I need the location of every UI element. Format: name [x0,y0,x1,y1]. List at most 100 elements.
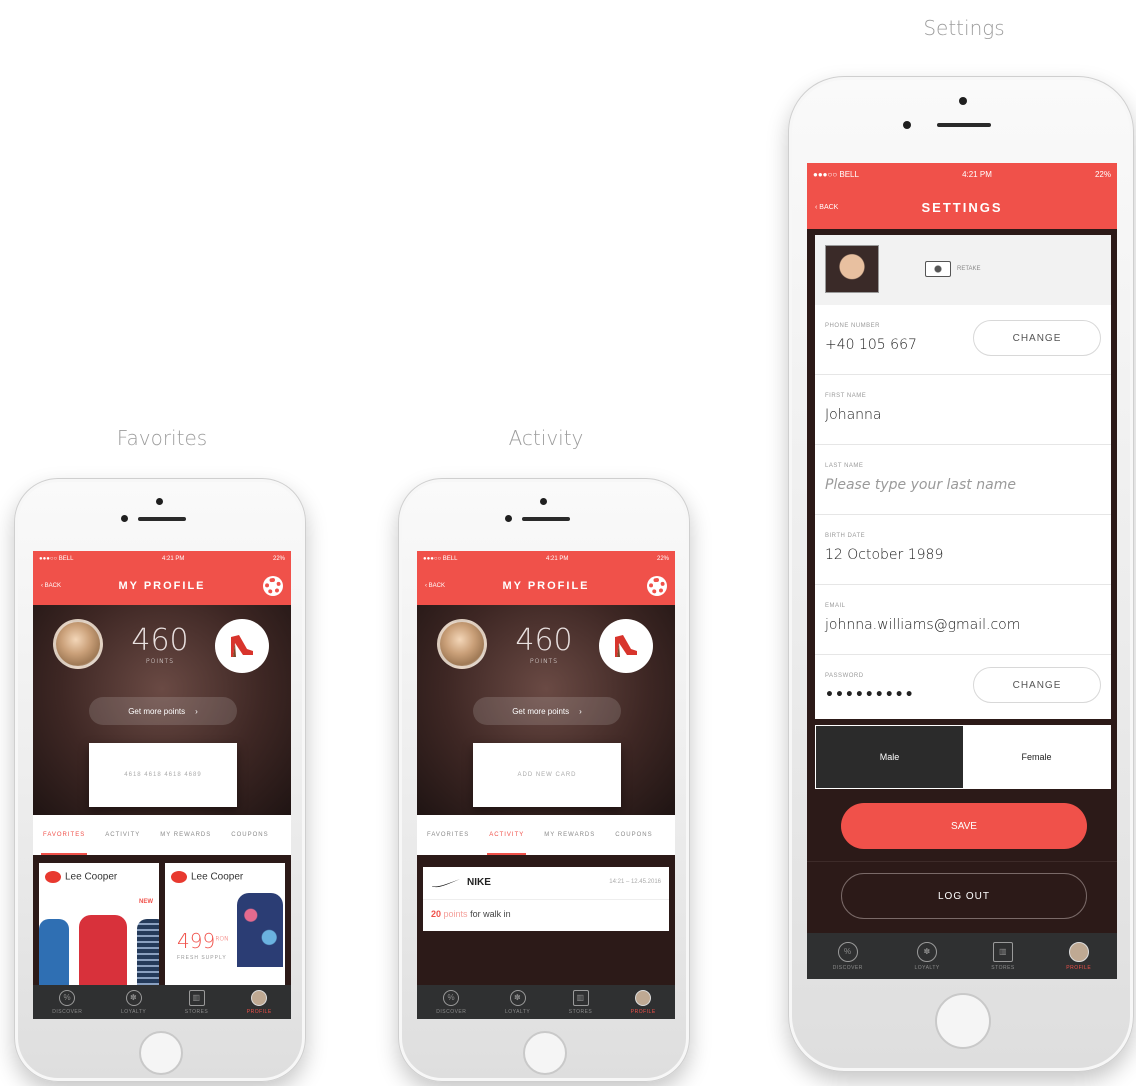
tab-discover[interactable]: % DISCOVER [436,989,466,1015]
tab-coupons[interactable]: COUPONS [605,828,662,842]
tab-label: LOYALTY [504,1008,531,1015]
status-time: 4:21 PM [962,169,992,179]
home-button[interactable] [139,1031,183,1075]
sweater-image [39,919,69,985]
logout-button[interactable]: LOG OUT [841,873,1087,919]
gear-icon[interactable] [265,578,281,594]
tab-profile[interactable]: PROFILE [246,989,272,1015]
phone-label: PHONE NUMBER [825,323,881,329]
tab-loyalty[interactable]: ✽ LOYALTY [121,989,146,1015]
birth-date-label: BIRTH DATE [825,533,866,539]
product-card[interactable]: Lee Cooper NEW [39,863,159,985]
brand-name: Lee Cooper [65,871,118,883]
tab-discover[interactable]: % DISCOVER [52,989,82,1015]
tab-activity[interactable]: ACTIVITY [95,828,150,842]
get-more-points-button[interactable]: Get more points › [473,697,621,725]
gender-female-option[interactable]: Female [963,726,1110,788]
back-button[interactable]: ‹ BACK [41,583,61,589]
gender-selector: Male Female [815,725,1111,789]
avatar[interactable] [53,619,103,669]
activity-points: 20 [431,909,442,919]
last-name-field[interactable]: LAST NAME Please type your last name [815,445,1111,515]
avatar[interactable] [437,619,487,669]
activity-points-word: points [443,909,468,919]
birth-date-field[interactable]: BIRTH DATE 12 October 1989 [815,515,1111,585]
first-name-field[interactable]: FIRST NAME Johanna [815,375,1111,445]
shoe-icon[interactable] [599,619,653,673]
map-icon: ▥ [188,989,205,1006]
tab-loyalty[interactable]: ✽ LOYALTY [914,941,940,971]
tab-profile[interactable]: PROFILE [631,989,656,1015]
back-button[interactable]: ‹ BACK [815,204,838,211]
last-name-label: LAST NAME [825,463,864,469]
price-tag: FRESH SUPPLY [177,955,227,961]
tab-stores[interactable]: ▥ STORES [569,989,592,1015]
get-more-points-button[interactable]: Get more points › [89,697,237,725]
password-field[interactable]: PASSWORD ••••••••• CHANGE [815,655,1111,719]
back-button[interactable]: ‹ BACK [425,583,445,589]
chevron-right-icon: › [579,706,582,716]
nike-swoosh-icon [432,878,460,887]
password-value: ••••••••• [825,687,915,703]
tab-bar: % DISCOVER ✽ LOYALTY ▥ STORES PROFILE [807,933,1117,979]
points-value: 460 [515,623,573,658]
gear-icon[interactable] [649,578,665,594]
battery: 22% [656,556,669,562]
points-label: POINTS [529,658,559,665]
save-button[interactable]: SAVE [841,803,1087,849]
shoe-icon[interactable] [215,619,269,673]
showcase-page: Favorites Activity Settings ●●●○○ BELL 4… [0,0,1136,1086]
profile-icon [1068,941,1089,962]
battery: 22% [272,556,285,562]
change-password-button[interactable]: CHANGE [973,667,1101,703]
tab-activity[interactable]: ACTIVITY [479,828,534,855]
tab-bar: % DISCOVER ✽ LOYALTY ▥ STORES PROFILE [417,985,675,1019]
phone-favorites: ●●●○○ BELL 4:21 PM 22% ‹ BACK MY PROFILE… [14,478,306,1082]
first-name-value: Johanna [825,407,882,423]
tab-bar: % DISCOVER ✽ LOYALTY ▥ STORES PROFILE [33,985,291,1019]
retake-button[interactable]: RETAKE [925,261,981,277]
avatar[interactable] [825,245,879,293]
tab-label: PROFILE [246,1008,272,1015]
nav-bar: ‹ BACK MY PROFILE [417,567,675,605]
phone-field[interactable]: PHONE NUMBER +40 105 667 CHANGE [815,305,1111,375]
tab-coupons[interactable]: COUPONS [221,828,278,842]
get-more-points-label: Get more points [512,706,570,716]
home-button[interactable] [935,993,991,1049]
phone-settings: ●●●○○ BELL 4:21 PM 22% ‹ BACK SETTINGS R… [788,76,1134,1072]
tab-stores[interactable]: ▥ STORES [185,989,208,1015]
tab-favorites[interactable]: FAVORITES [417,828,479,842]
points-value: 460 [131,623,189,658]
page-title: MY PROFILE [502,580,590,592]
tab-profile[interactable]: PROFILE [1066,941,1091,971]
home-button[interactable] [523,1031,567,1075]
product-card[interactable]: Lee Cooper 499RON FRESH SUPPLY [165,863,285,985]
nav-bar: ‹ BACK SETTINGS [807,185,1117,229]
activity-brand: NIKE [467,877,491,888]
tab-my-rewards[interactable]: MY REWARDS [150,828,221,842]
divider [423,899,669,900]
discount-icon: % [837,941,858,962]
screen-settings: ●●●○○ BELL 4:21 PM 22% ‹ BACK SETTINGS R… [807,163,1117,979]
map-icon: ▥ [993,941,1013,962]
profile-hero: 460 POINTS Get more points › 4618 4618 4… [33,605,291,815]
first-name-label: FIRST NAME [825,393,867,399]
change-phone-button[interactable]: CHANGE [973,320,1101,356]
tab-discover[interactable]: % DISCOVER [833,941,863,971]
profile-icon [251,989,268,1006]
tab-stores[interactable]: ▥ STORES [991,941,1014,971]
tab-my-rewards[interactable]: MY REWARDS [534,828,605,842]
profile-tabs: FAVORITES ACTIVITY MY REWARDS COUPONS [417,815,675,855]
gender-male-option[interactable]: Male [816,726,963,788]
add-card-button[interactable]: ADD NEW CARD [473,743,621,807]
email-field[interactable]: EMAIL johnna.williams@gmail.com [815,585,1111,655]
tab-label: LOYALTY [914,964,940,971]
tab-favorites[interactable]: FAVORITES [33,828,95,855]
chevron-right-icon: › [195,706,198,716]
sweater-image [237,893,283,967]
tab-loyalty[interactable]: ✽ LOYALTY [504,989,531,1015]
activity-item[interactable]: NIKE 14:21 – 12.45.2016 20 points for wa… [423,867,669,931]
loyalty-card[interactable]: 4618 4618 4618 4689 [89,743,237,807]
status-bar: ●●●○○ BELL 4:21 PM 22% [33,551,291,567]
phone-activity: ●●●○○ BELL 4:21 PM 22% ‹ BACK MY PROFILE… [398,478,690,1082]
